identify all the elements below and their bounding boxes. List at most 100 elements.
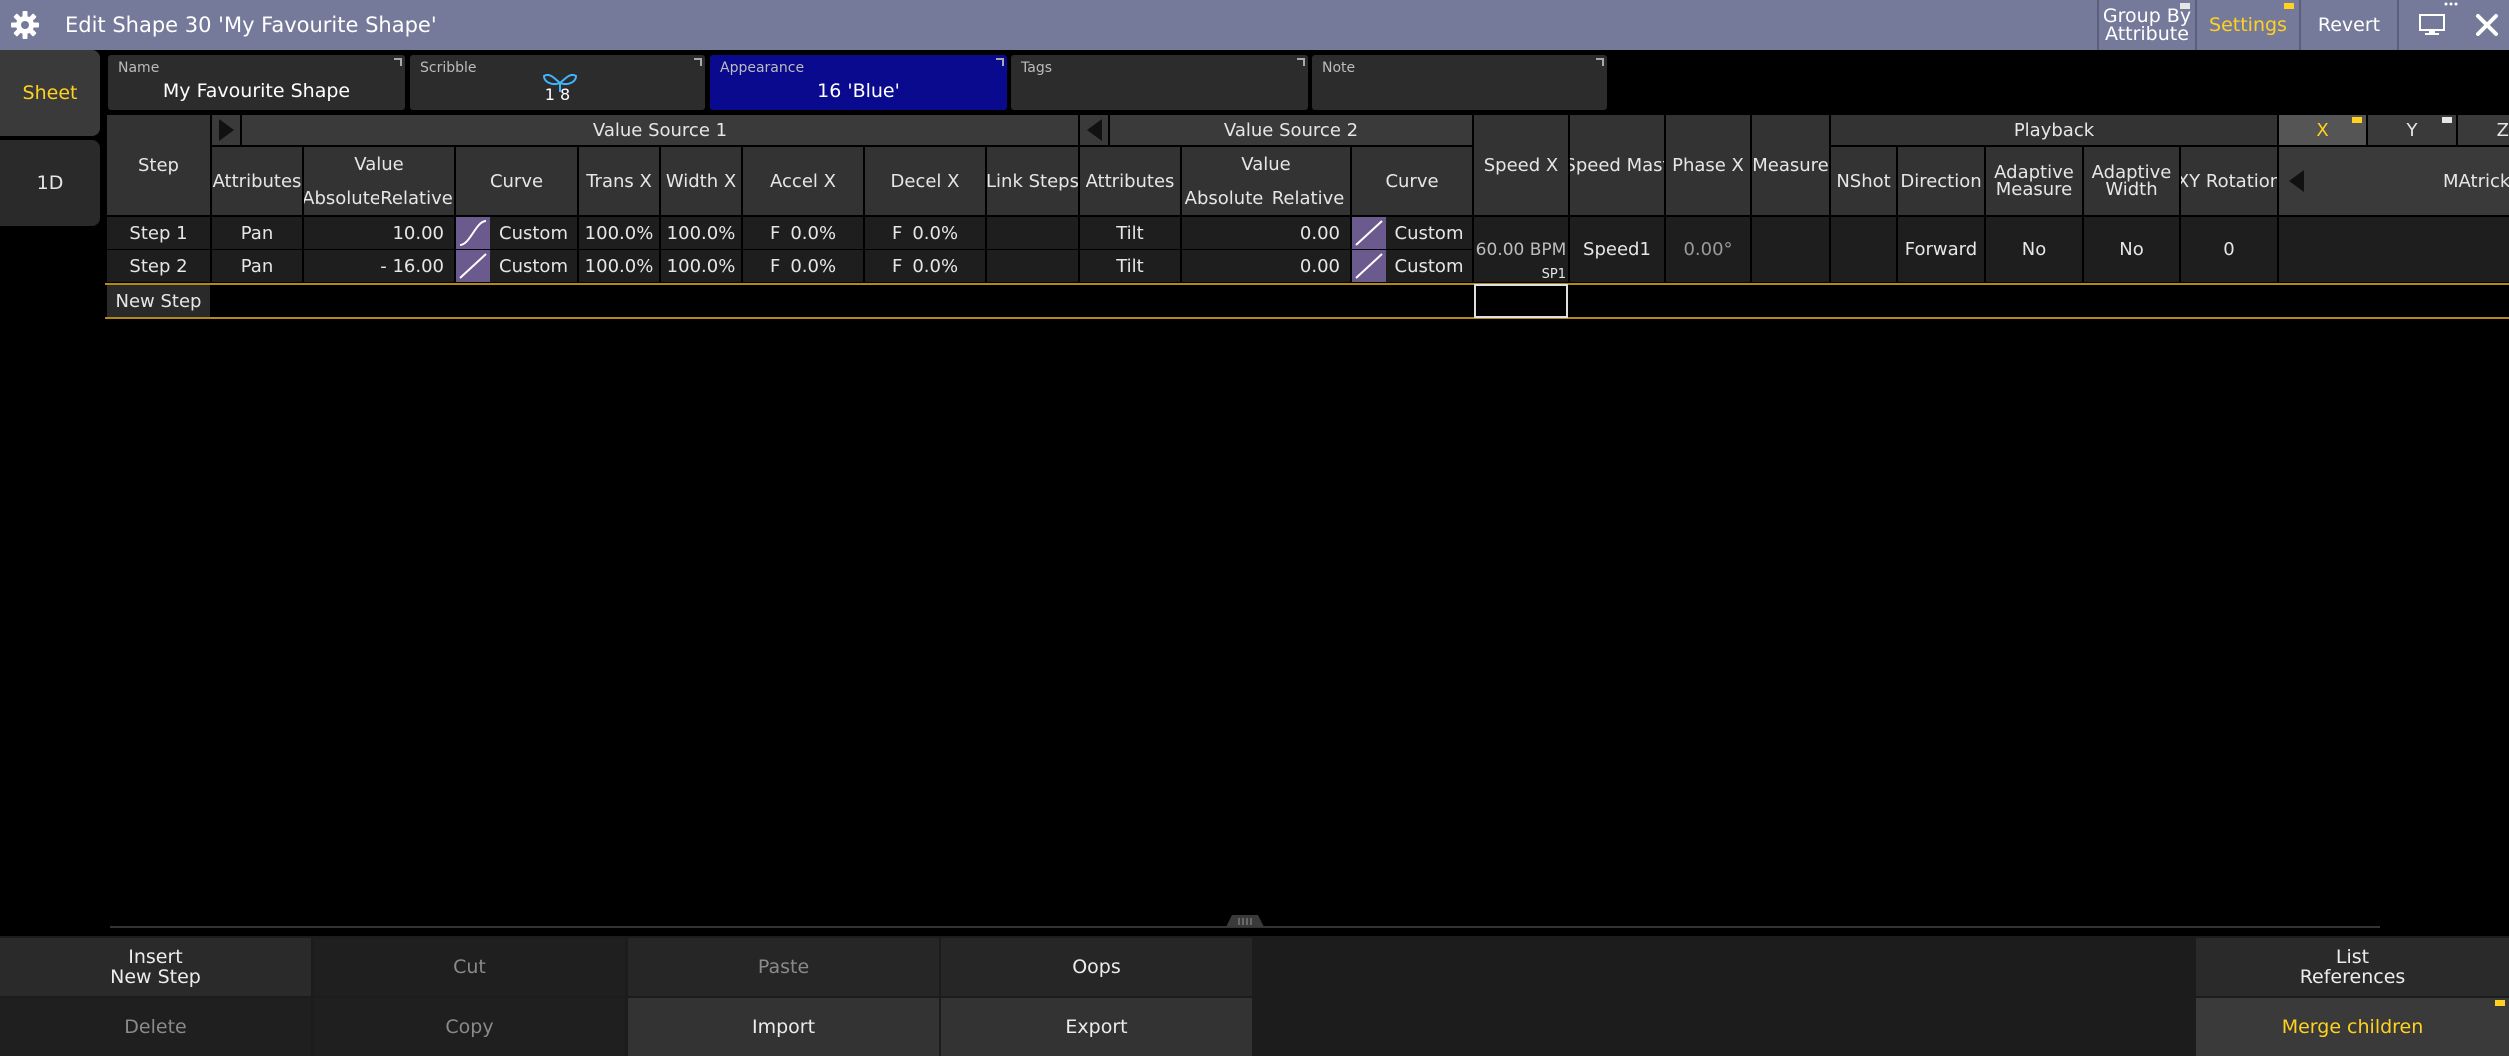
table-cell-curve[interactable]: Custom: [456, 217, 577, 249]
header-trans-x[interactable]: Trans X: [579, 147, 659, 215]
header-relative-1[interactable]: Relative: [379, 181, 454, 215]
export-button[interactable]: Export: [941, 998, 1252, 1056]
measure-cell[interactable]: [1752, 217, 1829, 282]
close-button[interactable]: [2464, 0, 2509, 50]
header-link-steps[interactable]: Link Steps: [987, 147, 1078, 215]
table-cell-link-steps[interactable]: [987, 250, 1078, 282]
header-xy-rotation[interactable]: XY Rotation: [2181, 147, 2277, 215]
nshot-cell[interactable]: [1831, 217, 1896, 282]
header-accel-x[interactable]: Accel X: [743, 147, 863, 215]
decel-mode: F: [891, 255, 903, 277]
delete-button[interactable]: Delete: [0, 998, 311, 1056]
table-cell-decel[interactable]: F 0.0%: [865, 250, 985, 282]
axis-tab-x[interactable]: X: [2279, 115, 2366, 145]
header-absolute-2[interactable]: Absolute: [1182, 181, 1266, 215]
header-measure[interactable]: Measure: [1752, 115, 1829, 215]
header-relative-2[interactable]: Relative: [1266, 181, 1350, 215]
table-cell-absolute-2[interactable]: [1182, 250, 1266, 282]
header-adaptive-width[interactable]: Adaptive Width: [2084, 147, 2179, 215]
expand-source-1-button[interactable]: [212, 115, 240, 145]
table-cell-trans[interactable]: 100.0%: [579, 250, 659, 282]
table-cell-attribute-2[interactable]: Tilt: [1080, 250, 1180, 282]
selected-cell-cursor[interactable]: [1474, 284, 1568, 318]
axis-tab-y[interactable]: Y: [2368, 115, 2456, 145]
settings-button[interactable]: Settings: [2195, 0, 2299, 50]
header-attributes-2[interactable]: Attributes: [1080, 147, 1180, 215]
table-cell-attribute[interactable]: Pan: [212, 217, 302, 249]
table-cell-curve-2[interactable]: Custom: [1352, 250, 1472, 282]
table-cell-accel[interactable]: F 0.0%: [743, 250, 863, 282]
table-cell-link-steps[interactable]: [987, 217, 1078, 249]
header-absolute-1[interactable]: Absolute: [304, 181, 379, 215]
table-cell-curve[interactable]: Custom: [456, 250, 577, 282]
edit-corner-icon: [694, 58, 702, 66]
table-cell-attribute[interactable]: Pan: [212, 250, 302, 282]
resize-handle-icon[interactable]: [1220, 913, 1270, 927]
tab-sheet[interactable]: Sheet: [0, 50, 100, 136]
group-by-attribute-button[interactable]: Group By Attribute: [2097, 0, 2195, 50]
header-speed-mast[interactable]: Speed Mast: [1570, 115, 1664, 215]
axis-tab-z[interactable]: Z: [2458, 115, 2509, 145]
oops-button[interactable]: Oops: [941, 938, 1252, 996]
table-cell-width[interactable]: 100.0%: [661, 250, 741, 282]
header-curve-2[interactable]: Curve: [1352, 147, 1472, 215]
header-adaptive-measure[interactable]: Adaptive Measure: [1986, 147, 2082, 215]
phase-x-value: 0.00°: [1683, 239, 1733, 260]
merge-children-button[interactable]: Merge children: [2196, 998, 2509, 1056]
table-cell-attribute-2[interactable]: Tilt: [1080, 217, 1180, 249]
header-attributes-1[interactable]: Attributes: [212, 147, 302, 215]
adaptive-measure-cell[interactable]: No: [1986, 217, 2082, 282]
appearance-field[interactable]: Appearance 16 'Blue': [710, 55, 1007, 110]
table-cell-decel[interactable]: F 0.0%: [865, 217, 985, 249]
table-cell-curve-2[interactable]: Custom: [1352, 217, 1472, 249]
tags-field[interactable]: Tags: [1011, 55, 1308, 110]
table-row-step[interactable]: Step 2: [107, 250, 210, 282]
header-nshot[interactable]: NShot: [1831, 147, 1896, 215]
name-field[interactable]: Name My Favourite Shape: [108, 55, 405, 110]
insert-new-step-button[interactable]: Insert New Step: [0, 938, 311, 996]
table-cell-accel[interactable]: F 0.0%: [743, 217, 863, 249]
collapse-source-2-button[interactable]: [1080, 115, 1108, 145]
table-cell-relative[interactable]: - 16.00: [379, 250, 454, 282]
header-value-2[interactable]: Value: [1182, 147, 1350, 181]
import-button[interactable]: Import: [628, 998, 939, 1056]
table-cell-relative[interactable]: 10.00: [379, 217, 454, 249]
gear-icon[interactable]: [8, 8, 42, 42]
header-value-1[interactable]: Value: [304, 147, 454, 181]
header-speed-x[interactable]: Speed X: [1474, 115, 1568, 215]
header-step[interactable]: Step: [107, 115, 210, 215]
matricks-cell[interactable]: [2279, 217, 2509, 282]
header-curve-1[interactable]: Curve: [456, 147, 577, 215]
paste-button[interactable]: Paste: [628, 938, 939, 996]
table-cell-absolute[interactable]: [304, 217, 379, 249]
table-cell-absolute-2[interactable]: [1182, 217, 1266, 249]
matricks-header[interactable]: MAtricks: [2279, 147, 2509, 215]
table-row-step[interactable]: Step 1: [107, 217, 210, 249]
table-cell-relative-2[interactable]: 0.00: [1266, 250, 1350, 282]
revert-button[interactable]: Revert: [2299, 0, 2397, 50]
speed-x-cell[interactable]: 60.00 BPM SP1: [1474, 217, 1568, 282]
new-step-button[interactable]: New Step: [107, 285, 210, 317]
speed-mast-cell[interactable]: Speed1: [1570, 217, 1664, 282]
table-cell-trans[interactable]: 100.0%: [579, 217, 659, 249]
list-references-button[interactable]: List References: [2196, 938, 2509, 996]
table-cell-relative-2[interactable]: 0.00: [1266, 217, 1350, 249]
phase-x-cell[interactable]: 0.00°: [1666, 217, 1750, 282]
table-cell-absolute[interactable]: [304, 250, 379, 282]
display-button[interactable]: [2397, 0, 2464, 50]
header-phase-x[interactable]: Phase X: [1666, 115, 1750, 215]
header-decel-x[interactable]: Decel X: [865, 147, 985, 215]
note-field[interactable]: Note: [1312, 55, 1607, 110]
scribble-field[interactable]: Scribble 1 8: [410, 55, 705, 110]
header-width-x[interactable]: Width X: [661, 147, 741, 215]
header-attributes-2-label: Attributes: [1085, 170, 1175, 192]
direction-cell[interactable]: Forward: [1898, 217, 1984, 282]
adaptive-width-cell[interactable]: No: [2084, 217, 2179, 282]
accel-value: 0.0%: [790, 255, 837, 277]
table-cell-width[interactable]: 100.0%: [661, 217, 741, 249]
copy-button[interactable]: Copy: [314, 998, 625, 1056]
tab-1d[interactable]: 1D: [0, 140, 100, 226]
header-direction[interactable]: Direction: [1898, 147, 1984, 215]
xy-rotation-cell[interactable]: 0: [2181, 217, 2277, 282]
cut-button[interactable]: Cut: [314, 938, 625, 996]
